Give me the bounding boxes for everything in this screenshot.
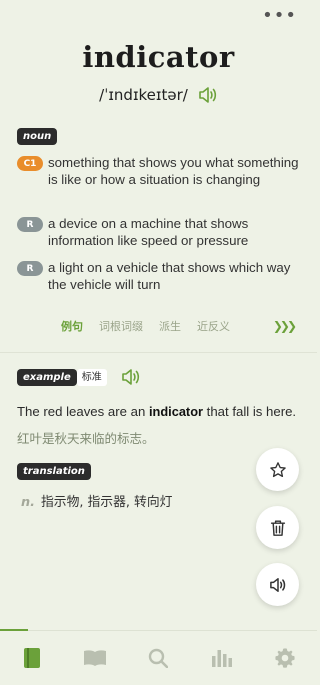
open-book-icon: [84, 650, 107, 666]
tab-synonyms-antonyms[interactable]: 近反义: [197, 318, 230, 334]
tab-search[interactable]: [142, 642, 174, 674]
translation-text: 指示物, 指示器, 转向灯: [40, 495, 173, 510]
divider: [0, 352, 317, 353]
translation-line: n. 指示物, 指示器, 转向灯: [21, 491, 172, 510]
chevrons-right-icon[interactable]: ❯❯❯: [273, 319, 297, 333]
gear-icon: [275, 648, 295, 668]
translation-tag: translation: [17, 463, 91, 480]
bar-chart-icon: [211, 650, 232, 667]
speaker-icon: [269, 577, 285, 592]
speaker-icon[interactable]: [198, 86, 218, 104]
tab-reading[interactable]: [79, 642, 111, 674]
level-badge: R: [17, 261, 43, 276]
phonetic-text: /ˈɪndɪkeɪtər/: [99, 86, 188, 104]
sense-item: R a device on a machine that shows infor…: [17, 216, 305, 249]
sense-item: C1 something that shows you what somethi…: [17, 155, 305, 188]
tab-settings[interactable]: [269, 642, 301, 674]
example-keyword: indicator: [148, 404, 203, 419]
level-badge: C1: [17, 156, 43, 171]
bottom-tab-bar: [0, 631, 317, 685]
tab-wordbook[interactable]: [16, 642, 48, 674]
favorite-button[interactable]: [256, 448, 299, 491]
tab-roots-affixes[interactable]: 词根词缀: [99, 318, 143, 334]
star-icon: [269, 461, 286, 477]
level-badge: R: [17, 217, 43, 232]
tab-derivatives[interactable]: 派生: [159, 318, 181, 334]
search-icon: [149, 648, 169, 668]
example-source-tag: 标准: [76, 368, 107, 386]
more-options-button[interactable]: •••: [262, 7, 297, 25]
book-icon: [23, 648, 40, 668]
pos-tag: noun: [17, 128, 58, 145]
tab-examples[interactable]: 例句: [61, 318, 83, 334]
speaker-icon[interactable]: [121, 368, 141, 386]
example-text: The red leaves are an: [17, 404, 149, 419]
example-sentence-zh: 红叶是秋天来临的标志。: [17, 431, 155, 446]
delete-button[interactable]: [256, 506, 299, 549]
translation-pos: n.: [21, 495, 35, 510]
trash-icon: [270, 519, 285, 536]
play-audio-button[interactable]: [256, 563, 299, 606]
sense-text: a device on a machine that shows informa…: [48, 216, 249, 248]
headword: indicator: [82, 40, 235, 74]
pronunciation-row: /ˈɪndɪkeɪtər/: [0, 86, 317, 104]
example-text: that fall is here.: [203, 404, 297, 419]
example-header: example 标准: [17, 368, 141, 386]
sense-text: something that shows you what something …: [48, 155, 299, 187]
sense-text: a light on a vehicle that shows which wa…: [48, 260, 291, 292]
tab-statistics[interactable]: [206, 642, 238, 674]
example-sentence-en: The red leaves are an indicator that fal…: [17, 404, 305, 419]
example-tag: example: [17, 368, 77, 386]
detail-tabs: 例句 词根词缀 派生 近反义 ❯❯❯: [61, 318, 297, 334]
sense-item: R a light on a vehicle that shows which …: [17, 260, 305, 293]
